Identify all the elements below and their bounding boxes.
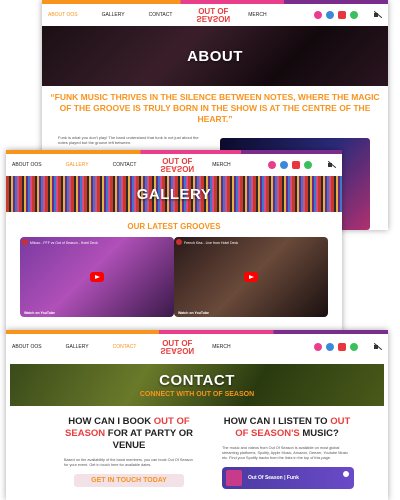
youtube-icon[interactable] xyxy=(338,11,346,19)
instagram-icon[interactable] xyxy=(314,343,322,351)
booking-heading: HOW CAN I BOOK OUT OF SEASON FOR AT PART… xyxy=(64,416,194,452)
heading-part: HOW CAN I LISTEN TO xyxy=(223,416,331,427)
contact-page-screenshot: About OOS Gallery Contact OUT OF SEASON M… xyxy=(6,330,388,500)
video-list: Mitoxo - FFF vs Out of Season - Hotel De… xyxy=(6,237,342,317)
spotify-icon[interactable] xyxy=(350,11,358,19)
video-embed[interactable]: French Kiss - Live from Hotel Deck Watch… xyxy=(174,237,328,317)
youtube-brand: YouTube xyxy=(194,311,209,315)
play-icon[interactable] xyxy=(90,272,104,282)
section-title: OUR LATEST GROOVES xyxy=(127,222,221,231)
facebook-icon[interactable] xyxy=(326,343,334,351)
site-logo[interactable]: OUT OF SEASON xyxy=(160,158,195,174)
logo-line-2: SEASON xyxy=(196,14,231,23)
nav-gallery[interactable]: Gallery xyxy=(66,344,89,350)
nav-gallery[interactable]: Gallery xyxy=(66,162,89,168)
page-title: ABOUT xyxy=(187,47,243,65)
site-logo[interactable]: OUT OF SEASON xyxy=(160,340,195,356)
gallery-hero: GALLERY xyxy=(6,176,342,212)
social-icons xyxy=(314,11,382,19)
nav-merch[interactable]: Merch xyxy=(248,12,266,18)
watch-on-label: Watch on xyxy=(178,311,194,315)
about-body: Funk is what you don't play! The band un… xyxy=(58,135,199,145)
nav-gallery[interactable]: Gallery xyxy=(102,12,125,18)
mute-icon[interactable] xyxy=(374,343,382,351)
spotify-icon[interactable] xyxy=(304,161,312,169)
spotify-icon xyxy=(343,471,349,477)
mute-icon[interactable] xyxy=(328,161,336,169)
youtube-watch-link[interactable]: Watch on YouTube xyxy=(24,311,55,315)
instagram-icon[interactable] xyxy=(268,161,276,169)
youtube-icon[interactable] xyxy=(338,343,346,351)
page-title: CONTACT xyxy=(159,372,235,389)
album-thumbnail xyxy=(226,470,242,486)
channel-avatar xyxy=(22,239,28,245)
heading-part: MUSIC? xyxy=(299,428,339,439)
hero-subtitle: CONNECT WITH OUT OF SEASON xyxy=(139,391,255,398)
mute-icon[interactable] xyxy=(374,11,382,19)
channel-avatar xyxy=(176,239,182,245)
listen-heading: HOW CAN I LISTEN TO OUT OF SEASON'S MUSI… xyxy=(222,416,352,440)
booking-column: HOW CAN I BOOK OUT OF SEASON FOR AT PART… xyxy=(64,416,194,489)
nav-about[interactable]: About OOS xyxy=(12,344,42,350)
facebook-icon[interactable] xyxy=(280,161,288,169)
embed-title: Out Of Season | Funk xyxy=(248,475,299,481)
nav-contact[interactable]: Contact xyxy=(113,344,137,350)
site-logo[interactable]: OUT OF SEASON xyxy=(196,8,231,24)
youtube-watch-link[interactable]: Watch on YouTube xyxy=(178,311,209,315)
logo-line-2: SEASON xyxy=(160,346,195,355)
youtube-icon[interactable] xyxy=(292,161,300,169)
video-title: French Kiss - Live from Hotel Deck xyxy=(184,241,239,245)
nav-merch[interactable]: Merch xyxy=(212,162,230,168)
about-hero: ABOUT xyxy=(42,26,388,86)
main-nav: About OOS Gallery Contact OUT OF SEASON M… xyxy=(6,154,342,176)
nav-contact[interactable]: Contact xyxy=(149,12,173,18)
nav-merch[interactable]: Merch xyxy=(212,344,230,350)
nav-about[interactable]: About OOS xyxy=(12,162,42,168)
youtube-brand: YouTube xyxy=(40,311,55,315)
main-nav: About OOS Gallery Contact OUT OF SEASON M… xyxy=(42,4,388,26)
contact-columns: HOW CAN I BOOK OUT OF SEASON FOR AT PART… xyxy=(6,416,388,489)
nav-about[interactable]: About OOS xyxy=(48,12,78,18)
logo-line-2: SEASON xyxy=(160,164,195,173)
watch-on-label: Watch on xyxy=(24,311,40,315)
contact-hero: CONTACT CONNECT WITH OUT OF SEASON xyxy=(10,364,384,406)
social-icons xyxy=(268,161,336,169)
video-embed[interactable]: Mitoxo - FFF vs Out of Season - Hotel De… xyxy=(20,237,174,317)
gallery-page-screenshot: About OOS Gallery Contact OUT OF SEASON M… xyxy=(6,150,342,332)
listen-body: The music and videos from Out Of Season … xyxy=(222,446,349,460)
video-title: Mitoxo - FFF vs Out of Season - Hotel De… xyxy=(30,241,98,245)
listen-column: HOW CAN I LISTEN TO OUT OF SEASON'S MUSI… xyxy=(222,416,354,489)
social-icons xyxy=(314,343,382,351)
heading-part: FOR AT PARTY OR VENUE xyxy=(105,428,193,451)
spotify-embed[interactable]: Out Of Season | Funk xyxy=(222,467,354,489)
spotify-icon[interactable] xyxy=(350,343,358,351)
play-icon[interactable] xyxy=(244,272,258,282)
instagram-icon[interactable] xyxy=(314,11,322,19)
facebook-icon[interactable] xyxy=(326,11,334,19)
main-nav: About OOS Gallery Contact OUT OF SEASON M… xyxy=(6,334,388,360)
about-quote: “FUNK MUSIC THRIVES IN THE SILENCE BETWE… xyxy=(50,92,380,124)
page-title: GALLERY xyxy=(136,185,212,203)
heading-part: HOW CAN I BOOK xyxy=(68,416,154,427)
get-in-touch-button[interactable]: GET IN TOUCH TODAY xyxy=(74,474,184,487)
booking-body: Based on the availability of the band me… xyxy=(64,458,193,467)
nav-contact[interactable]: Contact xyxy=(113,162,137,168)
